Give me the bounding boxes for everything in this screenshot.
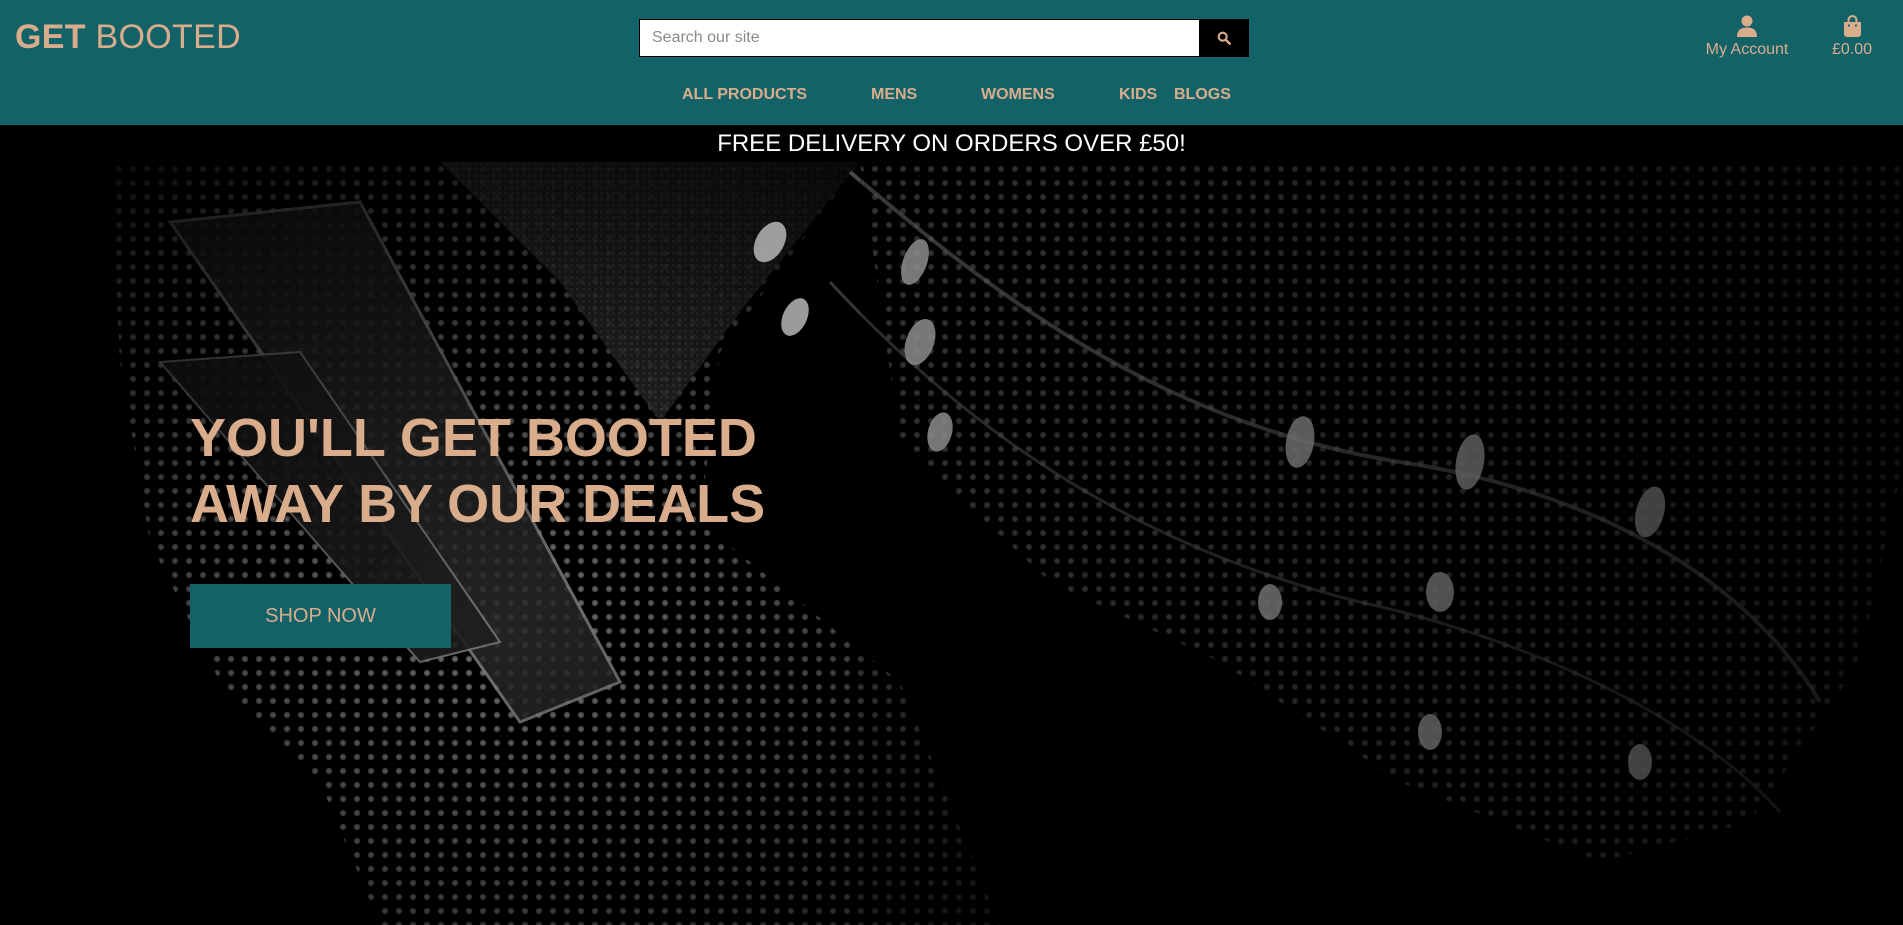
search-input[interactable] [639,19,1199,57]
nav-item-kids[interactable]: KIDS [1119,86,1157,104]
search-form [639,19,1249,57]
my-account-link[interactable]: My Account [1700,11,1794,59]
shop-now-button[interactable]: SHOP NOW [190,584,451,648]
hero-section: YOU'LL GET BOOTED AWAY BY OUR DEALS SHOP… [0,162,1903,925]
nav-item-mens[interactable]: MENS [871,86,917,104]
logo-bold-text: GET [15,18,86,56]
hero-headline-line2: AWAY BY OUR DEALS [190,474,766,534]
hero-headline: YOU'LL GET BOOTED AWAY BY OUR DEALS [190,405,890,537]
free-delivery-banner: FREE DELIVERY ON ORDERS OVER £50! [0,125,1903,162]
cart-link[interactable]: £0.00 [1820,11,1884,59]
site-logo[interactable]: GET BOOTED [15,17,241,57]
search-button[interactable] [1199,19,1249,57]
nav-item-womens[interactable]: WOMENS [981,86,1055,104]
shopping-bag-icon [1843,15,1861,37]
site-header: GET BOOTED My Account [0,0,1903,125]
main-nav: ALL PRODUCTS MENS WOMENS KIDS BLOGS [0,86,1903,110]
nav-item-blogs[interactable]: BLOGS [1174,86,1231,104]
football-boot-photo [0,162,1903,925]
logo-light-text: BOOTED [95,18,241,56]
cart-total: £0.00 [1831,41,1873,58]
my-account-label: My Account [1705,41,1789,58]
nav-item-all-products[interactable]: ALL PRODUCTS [682,86,807,104]
search-icon [1217,31,1231,45]
user-icon [1737,15,1757,37]
hero-headline-line1: YOU'LL GET BOOTED [190,408,757,468]
